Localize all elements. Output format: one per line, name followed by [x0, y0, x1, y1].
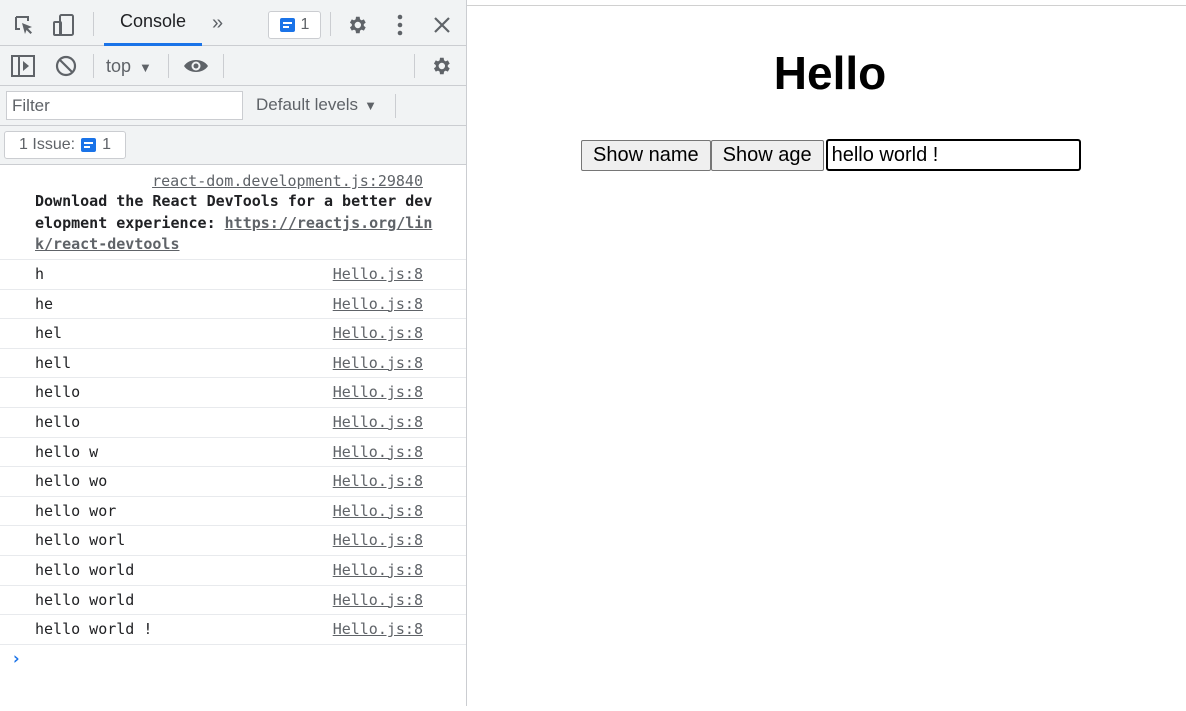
log-source-link[interactable]: Hello.js:8 [333, 324, 423, 342]
log-text: h [35, 265, 45, 283]
log-levels-label: Default levels [256, 95, 359, 114]
log-source-link[interactable]: Hello.js:8 [333, 413, 423, 431]
message-text: Download the React DevTools for a better… [35, 191, 435, 256]
message-icon [279, 18, 295, 32]
issues-button[interactable]: 1 Issue: 1 [4, 131, 126, 159]
log-row: hello worl Hello.js:8 [0, 526, 466, 556]
console-message: react-dom.development.js:29840 Download … [0, 165, 466, 260]
vertical-dots-icon[interactable] [390, 13, 410, 37]
log-source-link[interactable]: Hello.js:8 [333, 383, 423, 401]
log-row: hello world Hello.js:8 [0, 586, 466, 616]
console-settings-gear-icon[interactable] [429, 54, 453, 78]
context-value: top [106, 56, 132, 76]
chevron-down-icon: ▼ [364, 98, 377, 113]
toolbar-divider [93, 54, 94, 78]
log-row: hello wor Hello.js:8 [0, 497, 466, 527]
show-name-button[interactable]: Show name [581, 139, 711, 171]
page-controls: Show name Show age [581, 139, 1081, 171]
toolbar-divider [168, 54, 169, 78]
message-icon [81, 138, 97, 152]
log-text: hello world [35, 590, 135, 609]
chevron-down-icon: ▼ [139, 60, 152, 75]
log-row: hello world ! Hello.js:8 [0, 615, 466, 645]
log-source-link[interactable]: Hello.js:8 [333, 620, 423, 638]
gear-icon[interactable] [345, 13, 369, 37]
log-text: hello [35, 383, 81, 402]
prompt-chevron-icon: › [11, 648, 22, 669]
clear-console-icon[interactable] [54, 54, 78, 78]
log-row: hello world Hello.js:8 [0, 556, 466, 586]
log-text: he [35, 294, 54, 313]
page-title: Hello [773, 47, 887, 99]
more-tabs-button[interactable]: » [212, 12, 223, 35]
log-row: hello w Hello.js:8 [0, 438, 466, 468]
log-text: hello wor [35, 501, 117, 520]
toolbar-divider [395, 94, 396, 118]
log-source-link[interactable]: Hello.js:8 [333, 472, 423, 490]
log-row: he Hello.js:8 [0, 290, 466, 320]
toolbar-divider [414, 54, 415, 78]
log-levels-selector[interactable]: Default levels ▼ [256, 95, 377, 115]
close-icon[interactable] [431, 14, 453, 36]
log-text: hell [35, 353, 72, 372]
show-age-button[interactable]: Show age [710, 139, 824, 171]
filter-input[interactable] [6, 91, 243, 120]
log-source-link[interactable]: Hello.js:8 [333, 531, 423, 549]
toolbar-divider [93, 12, 94, 36]
console-prompt[interactable]: › [0, 645, 466, 675]
eye-icon[interactable] [183, 54, 209, 78]
console-messages: react-dom.development.js:29840 Download … [0, 165, 466, 675]
issues-count: 1 [300, 16, 310, 33]
issues-label: 1 Issue: [19, 136, 76, 153]
log-row: hel Hello.js:8 [0, 319, 466, 349]
log-row: hello wo Hello.js:8 [0, 467, 466, 497]
log-source-link[interactable]: Hello.js:8 [333, 295, 423, 313]
devtools-panel: Console » 1 top ▼ Filter Default levels … [0, 0, 467, 706]
toolbar-divider [223, 54, 224, 78]
log-text: hello worl [35, 531, 126, 550]
log-text: hello w [35, 442, 99, 461]
console-toolbar: top ▼ [0, 46, 466, 86]
issues-badge-button[interactable]: 1 [268, 11, 321, 39]
log-row: hell Hello.js:8 [0, 349, 466, 379]
log-text: hello world [35, 560, 135, 579]
log-row: hello Hello.js:8 [0, 378, 466, 408]
inspect-element-icon[interactable] [12, 13, 36, 37]
log-row: h Hello.js:8 [0, 260, 466, 290]
device-toggle-icon[interactable] [52, 12, 76, 38]
devtools-tab-bar: Console » 1 [0, 0, 466, 46]
log-text: hello wo [35, 472, 108, 491]
log-source-link[interactable]: Hello.js:8 [333, 354, 423, 372]
message-source-link[interactable]: react-dom.development.js:29840 [152, 172, 423, 190]
page-viewport: Hello Show name Show age [467, 5, 1186, 711]
context-selector[interactable]: top ▼ [106, 56, 152, 77]
log-text: hello world ! [35, 620, 153, 639]
log-row: hello Hello.js:8 [0, 408, 466, 438]
log-list: h Hello.js:8 he Hello.js:8 hel Hello.js:8 hell… [0, 260, 466, 645]
log-text: hello [35, 412, 81, 431]
log-source-link[interactable]: Hello.js:8 [333, 561, 423, 579]
issues-label-count: 1 [102, 136, 111, 153]
toolbar-divider [330, 12, 331, 36]
tab-console[interactable]: Console [104, 0, 202, 46]
tab-console-label: Console [119, 11, 187, 31]
log-text: hel [35, 324, 63, 343]
log-source-link[interactable]: Hello.js:8 [333, 502, 423, 520]
sidebar-toggle-icon[interactable] [10, 54, 36, 78]
log-source-link[interactable]: Hello.js:8 [333, 591, 423, 609]
text-input[interactable] [825, 139, 1081, 171]
log-source-link[interactable]: Hello.js:8 [333, 443, 423, 461]
log-source-link[interactable]: Hello.js:8 [333, 265, 423, 283]
